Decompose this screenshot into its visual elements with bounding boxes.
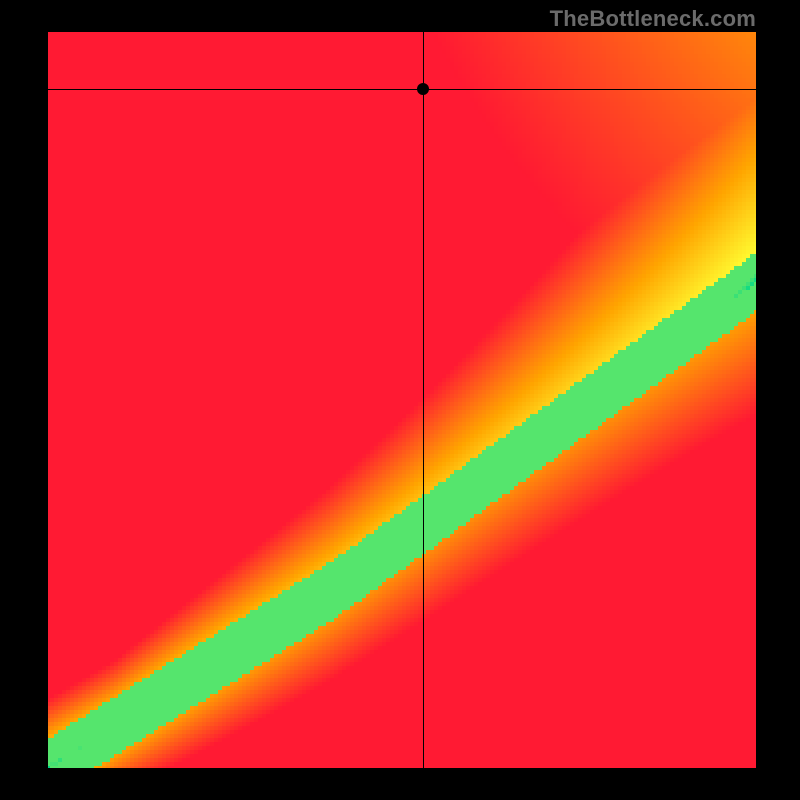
heatmap-canvas [46, 30, 758, 770]
chart-container: TheBottleneck.com [0, 0, 800, 800]
crosshair-vertical [423, 30, 424, 770]
crosshair-horizontal [46, 89, 758, 90]
heatmap-plot [46, 30, 758, 770]
watermark-text: TheBottleneck.com [550, 6, 756, 32]
